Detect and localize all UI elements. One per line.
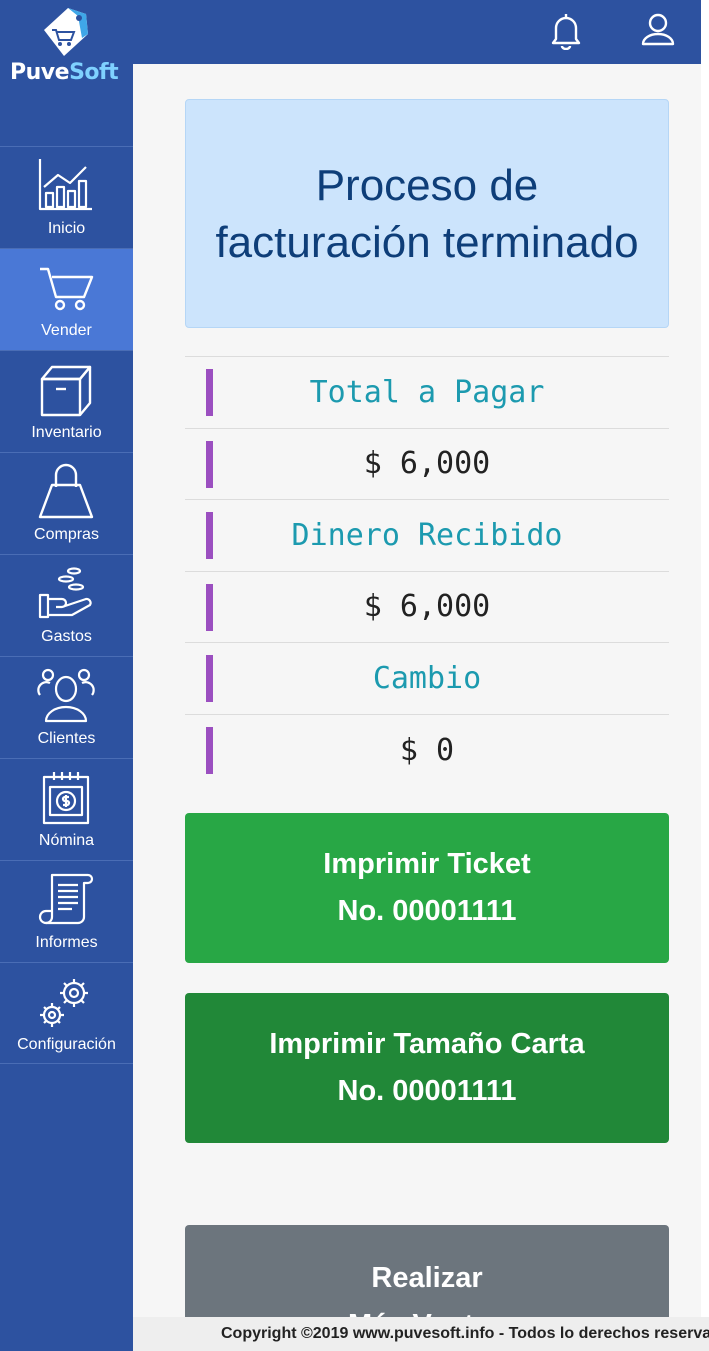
success-alert: Proceso de facturación terminado	[185, 99, 669, 328]
sidebar-item-inicio[interactable]: Inicio	[0, 146, 133, 248]
accent-bar	[206, 440, 213, 488]
sidebar-item-label: Inventario	[31, 424, 102, 441]
change-value: $ 0	[399, 732, 455, 768]
accent-bar	[206, 583, 213, 631]
hand-coins-icon	[38, 567, 92, 619]
logo-cart-icon	[44, 8, 88, 56]
sidebar-item-label: Nómina	[38, 832, 95, 849]
received-value: $ 6,000	[363, 589, 491, 625]
bell-icon[interactable]	[548, 10, 584, 51]
payroll-icon	[42, 772, 90, 825]
gears-icon	[40, 979, 88, 1027]
box-icon	[40, 365, 92, 417]
change-label: Cambio	[372, 660, 482, 696]
sidebar-item-gastos[interactable]: Gastos	[0, 554, 133, 656]
sidebar-item-label: Gastos	[41, 628, 92, 645]
accent-bar	[206, 655, 213, 702]
payment-summary: Total a Pagar $ 6,000 Dinero Recibido $ …	[185, 356, 669, 786]
received-label-row: Dinero Recibido	[185, 500, 669, 572]
scroll-icon	[38, 873, 94, 925]
sidebar-item-label: Vender	[41, 322, 92, 339]
brand-logo[interactable]: PuveSoft	[0, 0, 133, 146]
sidebar: PuveSoft Inicio Vender Inventario Compra…	[0, 0, 133, 1351]
page-title: Proceso de facturación terminado	[215, 160, 639, 267]
accent-bar	[206, 369, 213, 416]
people-icon	[37, 668, 95, 723]
brand-name: PuveSoft	[10, 60, 119, 85]
sidebar-item-clientes[interactable]: Clientes	[0, 656, 133, 758]
sidebar-item-label: Clientes	[37, 730, 96, 747]
footer-copyright: Copyright ©2019 www.puvesoft.info - Todo…	[133, 1317, 709, 1351]
sidebar-item-configuracion[interactable]: Configuración	[0, 962, 133, 1064]
main-content: Proceso de facturación terminado Total a…	[185, 99, 669, 1351]
print-letter-label: Imprimir Tamaño Carta	[269, 1028, 585, 1060]
sidebar-nav: Inicio Vender Inventario Compras Gastos …	[0, 146, 133, 1064]
sidebar-item-label: Informes	[35, 934, 98, 951]
more-sales-label-1: Realizar	[371, 1262, 483, 1294]
print-ticket-number: No. 00001111	[337, 895, 517, 927]
sidebar-item-vender[interactable]: Vender	[0, 248, 133, 350]
sidebar-item-compras[interactable]: Compras	[0, 452, 133, 554]
sidebar-item-informes[interactable]: Informes	[0, 860, 133, 962]
accent-bar	[206, 512, 213, 559]
total-value-row: $ 6,000	[185, 429, 669, 500]
total-label-row: Total a Pagar	[185, 357, 669, 429]
user-icon[interactable]	[640, 10, 676, 50]
received-value-row: $ 6,000	[185, 572, 669, 643]
accent-bar	[206, 726, 213, 774]
print-letter-button[interactable]: Imprimir Tamaño Carta No. 00001111	[185, 993, 669, 1143]
cart-icon	[40, 267, 94, 311]
print-letter-number: No. 00001111	[337, 1075, 517, 1107]
print-ticket-button[interactable]: Imprimir Ticket No. 00001111	[185, 813, 669, 963]
sidebar-item-inventario[interactable]: Inventario	[0, 350, 133, 452]
sidebar-item-label: Configuración	[17, 1036, 116, 1053]
bag-icon	[38, 463, 94, 519]
sidebar-item-nomina[interactable]: Nómina	[0, 758, 133, 860]
received-label: Dinero Recibido	[291, 517, 563, 553]
right-edge	[701, 0, 709, 1351]
change-label-row: Cambio	[185, 643, 669, 715]
total-label: Total a Pagar	[309, 374, 545, 410]
chart-icon	[38, 159, 92, 211]
sidebar-item-label: Inicio	[47, 220, 86, 237]
total-value: $ 6,000	[363, 446, 491, 482]
print-ticket-label: Imprimir Ticket	[323, 848, 531, 880]
change-value-row: $ 0	[185, 715, 669, 787]
sidebar-item-label: Compras	[34, 526, 99, 543]
copyright-text: Copyright ©2019 www.puvesoft.info - Todo…	[221, 1325, 709, 1342]
